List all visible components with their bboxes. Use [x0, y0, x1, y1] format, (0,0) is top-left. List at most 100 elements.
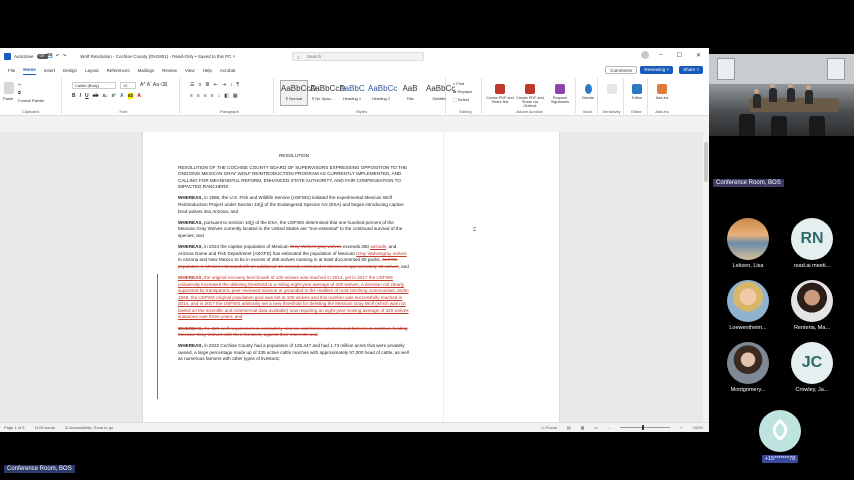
copy-icon[interactable]: ⧉ — [18, 90, 44, 95]
tab-layout[interactable]: Layout — [85, 66, 99, 75]
tab-acrobat[interactable]: Acrobat — [220, 66, 236, 75]
read-mode-icon[interactable]: ▤ — [567, 425, 571, 430]
print-layout-icon[interactable]: ▦ — [581, 425, 585, 430]
conference-room-video[interactable] — [709, 54, 854, 136]
phone-participant-tile[interactable]: +15*******78 — [755, 410, 805, 463]
document-title[interactable]: Wolf Resolution - Cochise County (DH1801… — [80, 54, 235, 59]
font-group: Calibri (Body) 12 A^ Aˇ Aa ⌫ B I U ab x₂… — [68, 78, 180, 114]
tab-review[interactable]: Review — [162, 66, 177, 75]
select-button[interactable]: ⬚ Select — [453, 97, 472, 102]
document-page[interactable]: RESOLUTION RESOLUTION OF THE COCHISE COU… — [143, 132, 559, 422]
accessibility-status[interactable]: ☑ Accessibility: Good to go — [65, 425, 113, 430]
share-button[interactable]: Share ˅ — [679, 66, 703, 74]
participant-tile[interactable]: Montgomery... — [723, 342, 773, 393]
underline-button[interactable]: U — [85, 93, 89, 99]
tab-help[interactable]: Help — [203, 66, 212, 75]
clipboard-group: Paste ✂ ⧉ Format Painter Clipboard — [0, 78, 62, 114]
tab-mailings[interactable]: Mailings — [138, 66, 155, 75]
sort-icon[interactable]: ↕ — [230, 82, 233, 88]
tab-home[interactable]: Home — [23, 65, 36, 75]
participant-tile[interactable]: JC Crowley, Ja... — [787, 342, 837, 393]
strikethrough-button[interactable]: ab — [93, 93, 99, 99]
align-center-icon[interactable]: ≡ — [197, 93, 200, 99]
paste-label[interactable]: Paste — [3, 96, 13, 101]
superscript-button[interactable]: x² — [112, 93, 116, 99]
acrobat-button-label: Request Signatures — [550, 96, 570, 104]
editor-button[interactable]: Editor — [623, 84, 651, 100]
borders-icon[interactable]: ▦ — [233, 93, 238, 99]
account-avatar[interactable] — [641, 51, 649, 59]
participant-tile[interactable]: Leksen, Lisa — [723, 218, 773, 269]
participant-tile[interactable]: Loewentheim... — [723, 280, 773, 331]
style-item[interactable]: AaBbCc Subtitle — [425, 80, 455, 106]
tab-file[interactable]: File — [8, 66, 15, 75]
participant-tile[interactable]: RN read.ai meeti... — [787, 218, 837, 269]
sensitivity-button[interactable] — [598, 84, 626, 96]
find-button[interactable]: ⌕ Find — [453, 81, 472, 86]
format-painter-button[interactable]: Format Painter — [18, 98, 44, 103]
decrease-indent-icon[interactable]: ⇤ — [214, 82, 218, 88]
search-input[interactable]: ⌕ Search — [292, 52, 424, 61]
tab-references[interactable]: References — [107, 66, 130, 75]
align-right-icon[interactable]: ≡ — [204, 93, 207, 99]
style-item[interactable]: AaBbC Heading 1 — [338, 80, 366, 106]
acrobat-button[interactable]: Request Signatures — [546, 84, 574, 104]
zoom-level[interactable]: 100% — [693, 425, 703, 430]
comments-button[interactable]: Comments — [605, 66, 637, 74]
undo-icon[interactable]: ↶ — [56, 53, 60, 59]
autosave-label: AutoSave — [14, 53, 34, 59]
replace-button[interactable]: ⇄ Replace — [453, 89, 472, 94]
focus-button[interactable]: ▭ Focus — [541, 425, 557, 430]
tab-view[interactable]: View — [185, 66, 195, 75]
italic-button[interactable]: I — [80, 93, 81, 99]
style-item[interactable]: AaBbCcD ¶ Normal — [280, 80, 316, 106]
font-size-select[interactable]: 12 — [120, 82, 136, 89]
acrobat-button[interactable]: Create PDF and Share via Outlook — [516, 84, 544, 108]
editing-group: ⌕ Find ⇄ Replace ⬚ Select Editing — [450, 78, 482, 114]
tab-design[interactable]: Design — [63, 66, 77, 75]
subscript-button[interactable]: x₂ — [102, 93, 107, 99]
font-grow-icon[interactable]: A^ Aˇ Aa ⌫ — [140, 82, 167, 88]
web-layout-icon[interactable]: ▭ — [594, 425, 598, 430]
maximize-icon[interactable]: ☐ — [677, 52, 682, 59]
align-left-icon[interactable]: ≡ — [190, 93, 193, 99]
minimize-icon[interactable]: – — [659, 52, 662, 59]
participant-tile[interactable]: Renteria, Ma... — [787, 280, 837, 331]
font-color-icon[interactable]: A — [137, 93, 141, 99]
style-item[interactable]: AaB Title — [396, 80, 424, 106]
increase-indent-icon[interactable]: ⇥ — [222, 82, 226, 88]
addins-button[interactable]: Add-ins — [648, 84, 676, 100]
zoom-slider[interactable] — [620, 425, 671, 430]
zoom-in-icon[interactable]: + — [680, 425, 682, 430]
participant-avatar: JC — [791, 342, 833, 384]
text-effects-icon[interactable]: A — [120, 93, 124, 99]
reviewing-button[interactable]: Reviewing ˅ — [640, 66, 673, 74]
line-spacing-icon[interactable]: ↕ — [218, 93, 221, 99]
highlight-icon[interactable]: ab — [127, 93, 134, 99]
numbering-icon[interactable]: ≡ — [198, 82, 201, 88]
redo-icon[interactable]: ↷ — [63, 53, 67, 59]
word-count[interactable]: 1103 words — [34, 425, 54, 430]
page-count[interactable]: Page 1 of 5 — [4, 425, 24, 430]
paste-icon[interactable] — [4, 82, 14, 94]
whereas-paragraph-6: WHEREAS, in 2022 Cochise County had a po… — [178, 343, 409, 362]
save-icon[interactable]: 💾 — [47, 53, 53, 59]
bullets-icon[interactable]: ☰ — [190, 82, 194, 88]
close-icon[interactable]: ✕ — [696, 52, 701, 59]
cut-icon[interactable]: ✂ — [18, 82, 44, 87]
zoom-out-icon[interactable]: – — [608, 425, 610, 430]
tab-insert[interactable]: Insert — [44, 66, 55, 75]
document-content[interactable]: RESOLUTION RESOLUTION OF THE COCHISE COU… — [178, 153, 410, 368]
bold-button[interactable]: B — [72, 93, 76, 99]
style-item[interactable]: AaBbCcD ¶ No Spac... — [309, 80, 345, 106]
style-item[interactable]: AaBbCc Heading 2 — [367, 80, 397, 106]
justify-icon[interactable]: ≡ — [211, 93, 214, 99]
shading-icon[interactable]: ◧ — [224, 93, 229, 99]
acrobat-button[interactable]: Create PDF and Share link — [486, 84, 514, 104]
addins-label: Add-ins — [655, 109, 669, 114]
multilevel-icon[interactable]: ≣ — [205, 82, 209, 88]
font-name-select[interactable]: Calibri (Body) — [72, 82, 116, 89]
show-marks-icon[interactable]: ¶ — [237, 82, 240, 88]
scrollbar-thumb[interactable] — [704, 142, 708, 182]
style-name: Heading 2 — [371, 96, 391, 101]
